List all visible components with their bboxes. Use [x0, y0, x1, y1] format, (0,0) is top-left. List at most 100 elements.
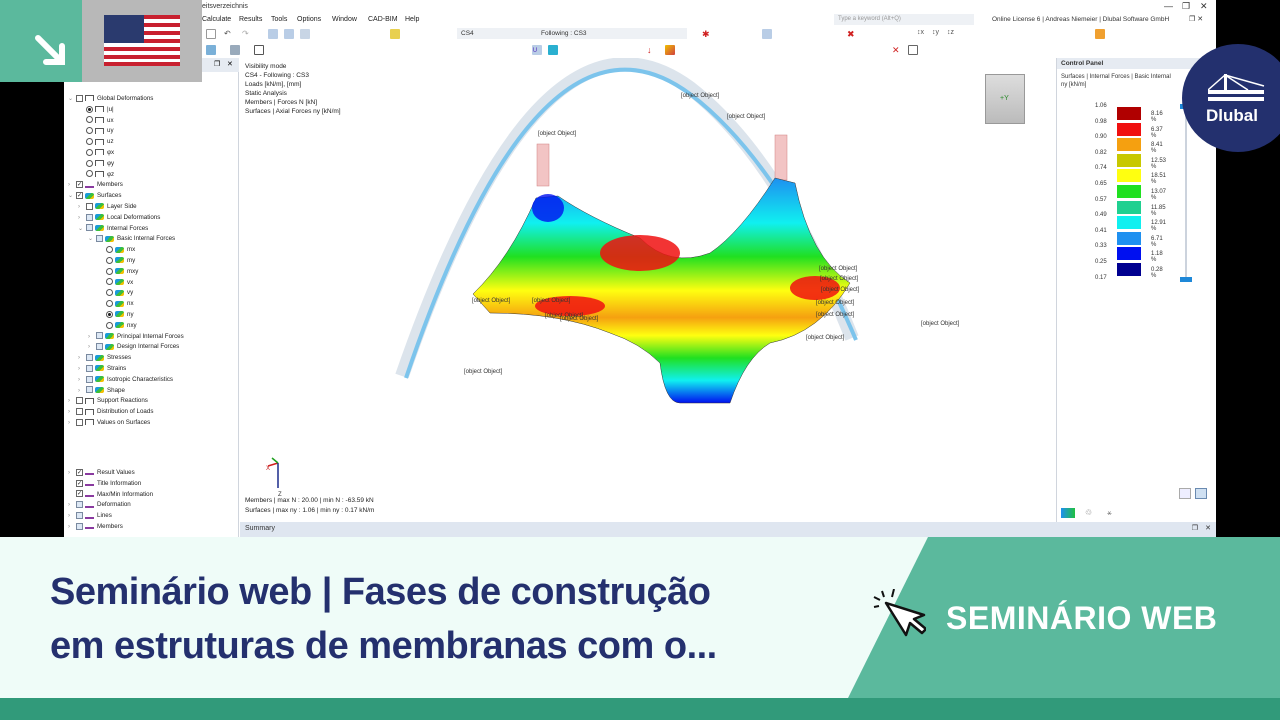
view-icon[interactable]: [268, 29, 278, 39]
tree-item[interactable]: φz: [78, 170, 114, 180]
checkbox[interactable]: [86, 386, 93, 394]
radio-button[interactable]: [106, 300, 113, 308]
tree-item[interactable]: ny: [98, 310, 134, 320]
tree-item[interactable]: › ✓ Members: [68, 180, 123, 190]
tree-item[interactable]: mxy: [98, 267, 138, 277]
chevron-down-icon[interactable]: ⌄: [78, 224, 86, 234]
navigator-float-button[interactable]: ❐: [214, 60, 220, 68]
tree-item[interactable]: ⌄ ✓ Surfaces: [68, 191, 121, 201]
panel-settings-icon[interactable]: [1195, 488, 1207, 499]
checkbox[interactable]: ✓: [76, 468, 83, 476]
chevron-right-icon[interactable]: ›: [68, 468, 76, 478]
view-cube[interactable]: +Y: [985, 74, 1025, 124]
view2-icon[interactable]: [284, 29, 294, 39]
summary-panel-header[interactable]: Summary ❐ ✕: [240, 522, 1216, 537]
tree-item[interactable]: |u|: [78, 105, 114, 115]
checkbox[interactable]: [86, 202, 93, 210]
surface-tool-icon[interactable]: [254, 45, 264, 55]
chevron-right-icon[interactable]: ›: [78, 353, 86, 363]
checkbox[interactable]: [86, 213, 93, 221]
chevron-down-icon[interactable]: ⌄: [88, 234, 96, 244]
summary-close-button[interactable]: ✕: [1205, 524, 1211, 532]
menu-results[interactable]: Results: [239, 16, 262, 23]
checkbox[interactable]: [86, 375, 93, 383]
tree-item[interactable]: φx: [78, 148, 114, 158]
screenshot-icon[interactable]: [908, 45, 918, 55]
filter-icon[interactable]: ✱: [702, 29, 712, 39]
menu-options[interactable]: Options: [297, 16, 321, 23]
radio-button[interactable]: [106, 246, 113, 254]
load-case-following-select[interactable]: Following : CS3: [537, 28, 687, 39]
tab-factors-icon[interactable]: ♲: [1085, 508, 1092, 517]
checkbox[interactable]: ✓: [76, 490, 83, 498]
undo-icon[interactable]: ↶: [224, 29, 234, 39]
axis-x-icon[interactable]: ↕x: [917, 29, 927, 39]
menu-cad-bim[interactable]: CAD-BIM: [368, 16, 398, 23]
model-icon[interactable]: [206, 45, 216, 55]
radio-button[interactable]: [86, 138, 93, 146]
tree-item[interactable]: nxy: [98, 321, 137, 331]
display-item[interactable]: › Deformation: [68, 500, 131, 510]
surface-results-icon[interactable]: [548, 45, 558, 55]
3d-viewport[interactable]: Visibility mode CS4 - Following : CS3 Lo…: [240, 58, 1056, 522]
checkbox[interactable]: [96, 235, 103, 243]
chevron-right-icon[interactable]: ›: [68, 396, 76, 406]
tree-item[interactable]: ux: [78, 116, 114, 126]
tree-item[interactable]: vy: [98, 288, 133, 298]
tree-item[interactable]: my: [98, 256, 135, 266]
menu-window[interactable]: Window: [332, 16, 357, 23]
tree-item[interactable]: φy: [78, 159, 114, 169]
tree-item[interactable]: › Layer Side: [78, 202, 137, 212]
summary-float-button[interactable]: ❐: [1192, 524, 1198, 532]
tree-item[interactable]: › Isotropic Characteristics: [78, 375, 173, 385]
radio-button[interactable]: [86, 159, 93, 167]
chevron-right-icon[interactable]: ›: [78, 375, 86, 385]
legend-slider-min-handle[interactable]: [1180, 277, 1192, 282]
radio-button[interactable]: [86, 127, 93, 135]
display-item[interactable]: ✓ Max/Min Information: [68, 490, 153, 500]
webinar-title[interactable]: Seminário web | Fases de construção em e…: [50, 565, 717, 673]
tree-item[interactable]: › Design Internal Forces: [88, 342, 179, 352]
radio-button[interactable]: [106, 310, 113, 318]
tree-item[interactable]: › Principal Internal Forces: [88, 332, 184, 342]
checkbox[interactable]: ✓: [76, 192, 83, 200]
tree-item[interactable]: › Stresses: [78, 353, 131, 363]
display-item[interactable]: › Lines: [68, 511, 112, 521]
chevron-right-icon[interactable]: ›: [78, 386, 86, 396]
chevron-right-icon[interactable]: ›: [68, 407, 76, 417]
chevron-down-icon[interactable]: ⌄: [68, 94, 76, 104]
chevron-right-icon[interactable]: ›: [88, 332, 96, 342]
tree-item[interactable]: nx: [98, 299, 134, 309]
load-icon[interactable]: [390, 29, 400, 39]
chevron-right-icon[interactable]: ›: [68, 180, 76, 190]
checkbox[interactable]: [86, 364, 93, 372]
redo-icon[interactable]: ↷: [242, 29, 252, 39]
load-case-select[interactable]: CS4: [457, 28, 537, 39]
close-x-icon[interactable]: ✕: [892, 45, 902, 55]
tree-item[interactable]: ⌄ Basic Internal Forces: [88, 234, 175, 244]
radio-button[interactable]: [86, 116, 93, 124]
chevron-right-icon[interactable]: ›: [68, 500, 76, 510]
restore-inner-button[interactable]: ❐ ✕: [1189, 15, 1203, 23]
keyword-search-input[interactable]: Type a keyword (Alt+Q): [834, 14, 974, 25]
legend-slider-track[interactable]: [1185, 106, 1187, 278]
checkbox[interactable]: [76, 94, 83, 102]
load-arrow-icon[interactable]: ↓: [647, 45, 657, 55]
checkbox[interactable]: [76, 397, 83, 405]
tree-item[interactable]: uz: [78, 137, 114, 147]
menu-help[interactable]: Help: [405, 16, 419, 23]
chevron-down-icon[interactable]: ⌄: [68, 191, 76, 201]
radio-button[interactable]: [106, 289, 113, 297]
chevron-right-icon[interactable]: ›: [78, 202, 86, 212]
navigator-close-button[interactable]: ✕: [227, 60, 233, 68]
axis-z-icon[interactable]: ↕z: [947, 29, 957, 39]
tree-item[interactable]: mx: [98, 245, 135, 255]
checkbox[interactable]: [86, 224, 93, 232]
radio-button[interactable]: [86, 105, 93, 113]
tree-item[interactable]: › Local Deformations: [78, 213, 160, 223]
radio-button[interactable]: [106, 321, 113, 329]
radio-button[interactable]: [86, 148, 93, 156]
chevron-right-icon[interactable]: ›: [78, 364, 86, 374]
tree-item[interactable]: › Shape: [78, 386, 125, 396]
deformation-icon[interactable]: ∪: [532, 45, 542, 55]
